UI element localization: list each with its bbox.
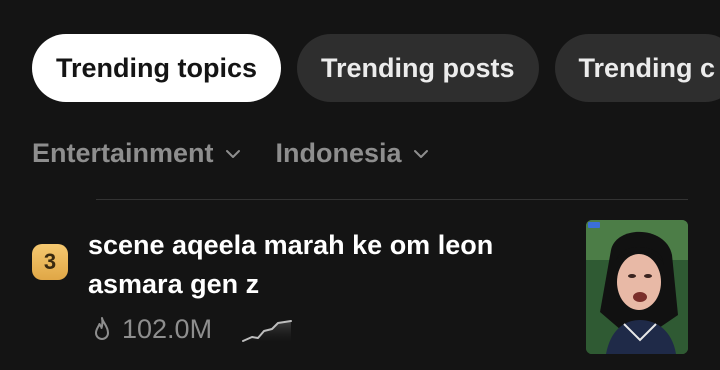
video-thumbnail[interactable]: [586, 220, 688, 354]
divider: [96, 199, 688, 200]
filter-bar: Entertainment Indonesia: [32, 138, 430, 169]
video-thumbnail-image: [586, 220, 688, 354]
topic-stats: 102.0M: [90, 314, 293, 345]
views-count: 102.0M: [122, 314, 213, 344]
tab-trending-posts[interactable]: Trending posts: [297, 34, 539, 102]
topic-title[interactable]: scene aqeela marah ke om leon asmara gen…: [88, 226, 558, 304]
trend-sparkline-icon: [242, 319, 293, 342]
region-dropdown[interactable]: Indonesia: [276, 138, 430, 169]
tab-trending-more[interactable]: Trending c: [554, 34, 720, 102]
tab-bar: Trending topics Trending posts Trending …: [32, 34, 720, 102]
chevron-down-icon: [413, 149, 428, 158]
category-label: Entertainment: [32, 138, 214, 168]
category-dropdown[interactable]: Entertainment: [32, 138, 242, 169]
region-label: Indonesia: [275, 138, 402, 168]
tab-trending-topics[interactable]: Trending topics: [32, 34, 282, 102]
rank-badge: 3: [32, 244, 68, 280]
chevron-down-icon: [225, 149, 240, 158]
flame-icon: [95, 316, 109, 340]
